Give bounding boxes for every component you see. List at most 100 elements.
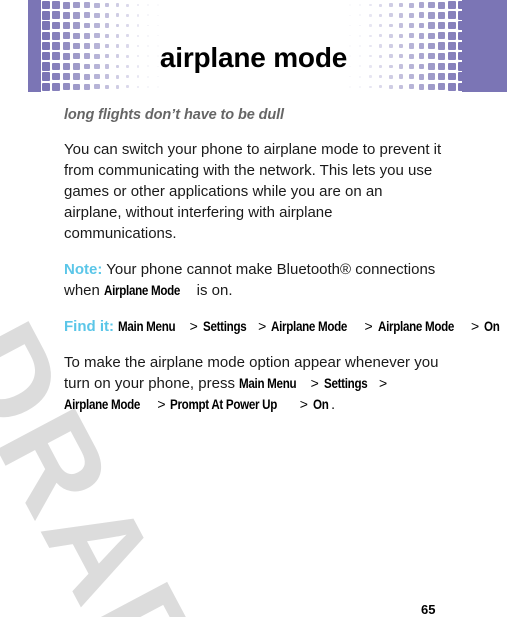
header-dot-cell bbox=[143, 82, 153, 92]
header-dot-row bbox=[41, 82, 163, 92]
header-dot-cell bbox=[345, 31, 355, 41]
header-dot-cell bbox=[143, 31, 153, 41]
header-dot bbox=[398, 74, 404, 79]
header-dot bbox=[157, 4, 159, 6]
header-dot-cell bbox=[355, 0, 365, 10]
header-dot-cell bbox=[365, 20, 375, 30]
header-dot-cell bbox=[447, 82, 457, 92]
header-dot-cell bbox=[153, 0, 163, 10]
header-dot-cell bbox=[416, 20, 426, 30]
header-dot-cell bbox=[345, 0, 355, 10]
header-dot bbox=[359, 75, 362, 78]
header-dot-cell bbox=[345, 10, 355, 20]
header-dot-cell bbox=[51, 0, 61, 10]
header-dot bbox=[438, 21, 446, 30]
header-dot bbox=[94, 74, 100, 80]
header-dot bbox=[157, 86, 159, 88]
header-dot bbox=[408, 84, 414, 90]
header-dot-cell bbox=[345, 82, 355, 92]
header-dot bbox=[428, 12, 435, 19]
header-dot-cell bbox=[133, 0, 143, 10]
header-dot-cell bbox=[376, 82, 386, 92]
header-dot bbox=[147, 14, 149, 17]
header-dot bbox=[379, 23, 383, 28]
header-dot-cell bbox=[133, 31, 143, 41]
header-dot bbox=[62, 83, 70, 91]
header-dot bbox=[83, 2, 90, 8]
header-dot bbox=[157, 75, 159, 78]
menu-path-separator: > bbox=[153, 396, 170, 412]
header-dot-cell bbox=[437, 0, 447, 10]
header-dot-cell bbox=[82, 10, 92, 20]
header-dot-row bbox=[41, 0, 163, 10]
header-dot bbox=[418, 2, 425, 8]
header-dot-cell bbox=[153, 10, 163, 20]
header-dot bbox=[157, 24, 159, 27]
header-dot bbox=[73, 83, 80, 91]
header-dot-cell bbox=[41, 10, 51, 20]
header-dot-cell bbox=[437, 10, 447, 20]
menu-path-item: On bbox=[484, 319, 500, 334]
header-dot-cell bbox=[92, 82, 102, 92]
note-label: Note: bbox=[64, 261, 103, 278]
header-dot bbox=[104, 23, 110, 28]
header-dot bbox=[62, 11, 70, 19]
note-body-after: is on. bbox=[192, 282, 233, 299]
header-dot bbox=[73, 1, 80, 9]
header-dot-cell bbox=[92, 0, 102, 10]
header-dot bbox=[369, 85, 372, 89]
header-dot bbox=[408, 33, 414, 39]
header-dot bbox=[398, 13, 404, 18]
menu-path-item: Settings bbox=[323, 376, 368, 391]
header-dot bbox=[438, 32, 446, 40]
header-dot bbox=[359, 85, 362, 88]
header-dot-cell bbox=[61, 0, 71, 10]
header-dot-cell bbox=[386, 10, 396, 20]
header-dot bbox=[147, 24, 149, 27]
header-dot bbox=[104, 13, 110, 18]
header-dot bbox=[73, 22, 80, 29]
header-dot-cell bbox=[72, 10, 82, 20]
header-dot bbox=[147, 4, 149, 6]
header-dot-cell bbox=[437, 20, 447, 30]
header-dot-cell bbox=[133, 10, 143, 20]
header-dot bbox=[349, 75, 351, 78]
header-dot bbox=[126, 23, 130, 28]
header-dot bbox=[83, 12, 90, 19]
header-dot bbox=[52, 31, 61, 40]
header-dot-cell bbox=[41, 20, 51, 30]
header-dot bbox=[136, 3, 140, 7]
header-dot bbox=[126, 13, 130, 17]
header-dot-cell bbox=[112, 82, 122, 92]
header-dot-cell bbox=[102, 31, 112, 41]
header-dot-row bbox=[345, 31, 467, 41]
header-dot-cell bbox=[365, 31, 375, 41]
prompt-paragraph: To make the airplane mode option appear … bbox=[64, 352, 442, 415]
header-dot-cell bbox=[406, 20, 416, 30]
header-dot bbox=[448, 21, 456, 30]
header-dot bbox=[438, 83, 446, 91]
menu-path-item: Settings bbox=[202, 319, 247, 334]
header-dot-cell bbox=[61, 31, 71, 41]
find-it-label: Find it: bbox=[64, 318, 114, 335]
header-dot bbox=[41, 21, 51, 30]
header-dot bbox=[379, 85, 383, 89]
header-dot bbox=[359, 34, 362, 37]
header-dot bbox=[418, 12, 425, 19]
header-dot bbox=[94, 84, 100, 90]
header-dot bbox=[369, 14, 372, 17]
header-dot bbox=[388, 84, 393, 89]
header-dot-row bbox=[345, 10, 467, 20]
page-content: long flights don’t have to be dull You c… bbox=[64, 107, 500, 415]
header-dot bbox=[349, 35, 351, 37]
header-dot-cell bbox=[437, 82, 447, 92]
header-dot bbox=[428, 83, 435, 91]
header-dot bbox=[126, 75, 130, 79]
header-dot-cell bbox=[396, 31, 406, 41]
header-dot-cell bbox=[82, 82, 92, 92]
header-dot-cell bbox=[61, 20, 71, 30]
header-dot-cell bbox=[41, 31, 51, 41]
header-dot-cell bbox=[72, 0, 82, 10]
header-dot bbox=[136, 14, 140, 17]
header-dot bbox=[94, 2, 100, 8]
